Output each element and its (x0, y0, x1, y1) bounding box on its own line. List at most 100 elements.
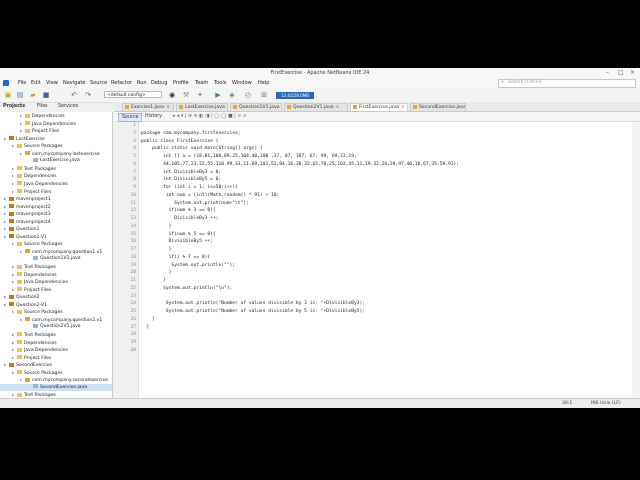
tree-item[interactable]: SecondExercise.java (0, 383, 112, 391)
search-box[interactable]: ⌕ Search (Ctrl+I) (498, 79, 636, 88)
menu-file[interactable]: File (18, 80, 26, 86)
tree-item[interactable]: ▸ com.mycompany.secondexercise (0, 376, 112, 383)
code-line[interactable]: int DivisibleBy5 = 0; (141, 177, 221, 182)
code-line[interactable]: int DivisibleBy3 = 0; (141, 170, 221, 175)
tree-item[interactable]: ▸ Question2 (0, 293, 112, 300)
clean-build-icon[interactable]: ✦ (196, 91, 204, 99)
new-project-icon[interactable]: ▣ (4, 91, 12, 99)
menu-tools[interactable]: Tools (214, 80, 226, 86)
tree-item[interactable]: ▸ Project Files (0, 354, 112, 361)
code-line[interactable]: public class FirstExercise { (141, 139, 218, 144)
tab-services[interactable]: Services (58, 104, 78, 109)
profile-icon[interactable]: ◴ (244, 91, 252, 99)
code-line[interactable]: System.out.println("\n"); (141, 286, 232, 291)
menu-window[interactable]: Window (232, 80, 252, 86)
tree-item[interactable]: ▸ Test Packages (0, 391, 112, 398)
memory-indicator[interactable]: 12.4/228.0MB (276, 92, 314, 99)
tree-item[interactable]: ▸ Question1 (0, 225, 112, 232)
code-line[interactable]: System.out.print(num+"\t"); (141, 201, 249, 206)
editor-tab[interactable]: SecondExercise.java× (410, 103, 466, 111)
editor-tool-icons[interactable]: ▸ ◂ ▾ | ⊕ ⊖ ◧ ◨ | ◯ ◯ ■ | ≡ ≡ (170, 113, 250, 120)
code-line[interactable]: 44,105,77,23,22,55,110,99,33,11,69,101,5… (141, 162, 459, 167)
tree-item[interactable]: ▸ LastExercise (0, 135, 112, 142)
tree-item[interactable]: ▸ Java Dependencies (0, 278, 112, 285)
tree-item[interactable]: ▸ mavenproject3 (0, 210, 112, 217)
close-tab-icon[interactable]: × (166, 105, 170, 110)
tree-item[interactable]: ▸ Dependencies (0, 271, 112, 278)
menu-edit[interactable]: Edit (31, 80, 41, 86)
close-tab-icon[interactable]: × (227, 105, 228, 110)
code-line[interactable]: } (141, 270, 172, 275)
code-editor[interactable]: 1 2 3 4 5 6 7 8 9 10 11 12 13 14 15 16 17 18 19 20 21 22 23 24 2… (114, 122, 632, 398)
code-line[interactable]: int [] a = {18,01,100,89,25,104,40,100 ,… (141, 154, 357, 159)
close-tab-icon[interactable]: × (401, 105, 405, 110)
close-tab-icon[interactable]: × (336, 105, 340, 110)
tree-item[interactable]: ▸ com.mycompany.lastexercise (0, 150, 112, 157)
redo-icon[interactable]: ↷ (84, 91, 92, 99)
attach-icon[interactable]: ⊞ (260, 91, 268, 99)
tree-item[interactable]: ▸ com.mycompany.question2.v1 (0, 316, 112, 323)
code-line[interactable]: if(num % 5 == 0){ (141, 232, 216, 237)
editor-tab[interactable]: Question1V1.java × (230, 103, 282, 111)
save-all-icon[interactable]: ■ (42, 91, 50, 99)
code-line[interactable]: public static void main(String[] args) { (141, 146, 263, 151)
debug-icon[interactable]: ◈ (228, 91, 236, 99)
tree-item[interactable]: ▸ Test Packages (0, 331, 112, 338)
tree-item[interactable]: Question1V1.java (0, 255, 112, 262)
menu-navigate[interactable]: Navigate (63, 80, 85, 86)
tree-item[interactable]: ▸ Project Files (0, 286, 112, 293)
tree-item[interactable]: ▸ Source Packages (0, 308, 112, 315)
tab-files[interactable]: Files (37, 104, 48, 109)
code-line[interactable]: } (141, 224, 172, 229)
code-line[interactable]: if(num % 3 == 0){ (141, 208, 216, 213)
editor-tab[interactable]: Question2V1.java × (284, 103, 348, 111)
menu-view[interactable]: View (46, 80, 58, 86)
tree-item[interactable]: ▸ Dependencies (0, 172, 112, 179)
editor-tab[interactable]: Exercise1.java × (122, 103, 174, 111)
tree-item[interactable]: ▸ mavenproject2 (0, 203, 112, 210)
tab-projects[interactable]: Projects (3, 104, 25, 109)
open-project-icon[interactable]: ▰ (29, 91, 37, 99)
tree-item[interactable]: ▸ Java Dependencies (0, 180, 112, 187)
menu-run[interactable]: Run (137, 80, 147, 86)
tab-source[interactable]: Source (118, 113, 143, 122)
tree-item[interactable]: ▸ Project Files (0, 188, 112, 195)
code-line[interactable]: for (int i = 1; i<=50;i++){ (141, 185, 238, 190)
editor-scrollbar[interactable] (632, 122, 640, 398)
menu-help[interactable]: Help (258, 80, 269, 86)
configuration-select[interactable]: <default config> (104, 91, 162, 98)
tree-item[interactable]: ▸ Dependencies (0, 339, 112, 346)
tree-item[interactable]: ▸ mavenproject4 (0, 218, 112, 225)
code-line[interactable]: } (141, 278, 166, 283)
code-line[interactable]: } (141, 325, 150, 330)
tree-item[interactable]: ▸ Java Dependencies (0, 120, 112, 127)
tree-item[interactable]: ▸ Question2-V1 (0, 301, 112, 308)
menu-team[interactable]: Team (195, 80, 208, 86)
code-line[interactable]: System.out.println("Number of values div… (141, 309, 365, 314)
build-icon[interactable]: ⚒ (182, 91, 190, 99)
editor-tab[interactable]: LastExercise.java× (176, 103, 228, 111)
editor-tab[interactable]: FirstExercise.java × (350, 103, 408, 111)
tree-item[interactable]: ▸ Test Packages (0, 165, 112, 172)
minimize-icon[interactable]: – (606, 69, 609, 76)
code-line[interactable]: package com.mycompany.firstexercise; (141, 131, 241, 136)
code-line[interactable]: System.out.println(""); (141, 263, 235, 268)
tree-item[interactable]: LastExercise.java (0, 157, 112, 164)
tree-item[interactable]: ▸ Source Packages (0, 369, 112, 376)
menu-profile[interactable]: Profile (173, 80, 189, 86)
menu-source[interactable]: Source (90, 80, 107, 86)
settings-icon[interactable]: ◉ (168, 91, 176, 99)
code-line[interactable]: } (141, 317, 155, 322)
tree-item[interactable]: ▸ Java Dependencies (0, 346, 112, 353)
tree-item[interactable]: Question2V1.java (0, 323, 112, 330)
menu-refactor[interactable]: Refactor (111, 80, 132, 86)
tree-item[interactable]: ▸ Source Packages (0, 240, 112, 247)
maximize-icon[interactable]: □ (618, 69, 624, 76)
tab-history[interactable]: History (142, 113, 165, 120)
tree-item[interactable]: ▸ Dependencies (0, 112, 112, 119)
tree-item[interactable]: ▸ mavenproject1 (0, 195, 112, 202)
code-line[interactable]: } (141, 247, 172, 252)
code-line[interactable]: DivisibleBy5 ++; (141, 239, 213, 244)
tree-item[interactable]: ▸ Test Packages (0, 263, 112, 270)
run-icon[interactable]: ▶ (214, 91, 222, 99)
